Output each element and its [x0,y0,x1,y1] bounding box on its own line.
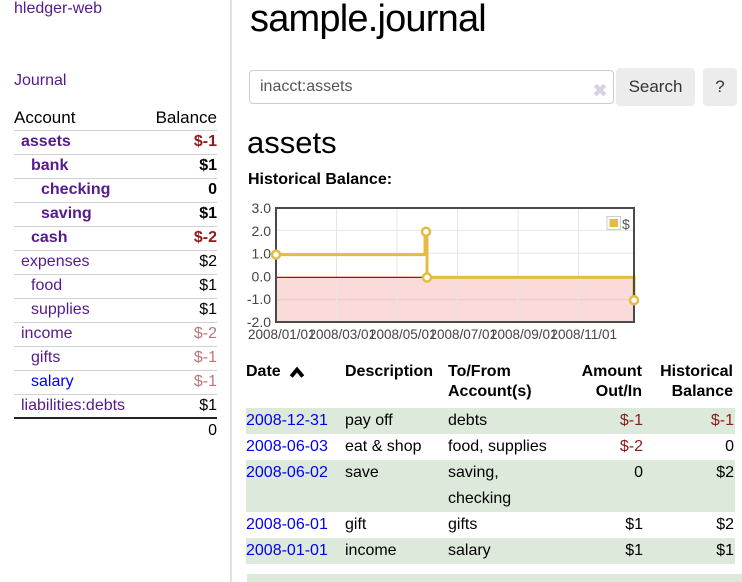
svg-text:2008/05/01: 2008/05/01 [369,327,437,342]
svg-text:2008/09/01: 2008/09/01 [490,327,558,342]
svg-text:2008/03/01: 2008/03/01 [309,327,377,342]
svg-text:$: $ [622,216,630,232]
svg-text:1.0: 1.0 [252,246,272,262]
svg-text:-1.0: -1.0 [247,291,271,307]
svg-text:3.0: 3.0 [252,200,272,216]
svg-text:2008/01/01: 2008/01/01 [248,327,316,342]
svg-text:2008/11/01: 2008/11/01 [551,327,618,342]
svg-text:0.0: 0.0 [252,268,272,284]
svg-text:2.0: 2.0 [252,223,272,239]
svg-text:2008/07/01: 2008/07/01 [430,327,498,342]
